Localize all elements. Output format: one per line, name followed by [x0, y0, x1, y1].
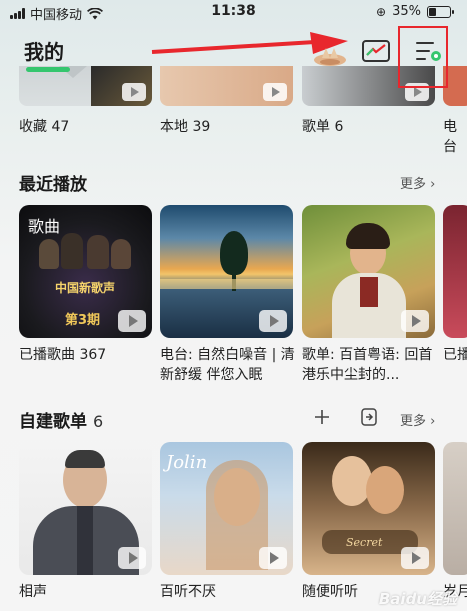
page-title: 我的 — [24, 40, 64, 64]
cover-text: 第3期 — [65, 313, 101, 328]
recent-section-title: 最近播放 — [19, 175, 87, 195]
title-underline — [26, 67, 70, 72]
favorites-label: 收藏 47 — [19, 119, 70, 135]
orientation-lock-icon: ⊕ — [376, 4, 387, 19]
playlists-more-link[interactable]: 更多 › — [400, 410, 435, 429]
play-icon[interactable] — [401, 547, 429, 569]
play-icon[interactable] — [259, 547, 287, 569]
plus-icon[interactable] — [313, 408, 331, 426]
recent-card-label: 已播 — [443, 347, 467, 363]
playlist-card-partial[interactable] — [443, 442, 467, 575]
playlists-label: 歌单 6 — [302, 119, 344, 135]
battery-icon — [427, 5, 454, 18]
recent-card-partial[interactable] — [443, 205, 467, 338]
local-label: 本地 39 — [160, 119, 211, 135]
more-label: 更多 — [400, 414, 427, 429]
top-shortcuts-row: 收藏 47 本地 39 歌单 6 电台 — [0, 66, 467, 155]
playlist-card-favorites[interactable]: Jolin — [160, 442, 293, 575]
status-bar: 中国移动 11:38 ⊕ 35% — [0, 0, 467, 26]
recent-card-label: 已播歌曲 367 — [19, 347, 107, 363]
my-page: 中国移动 11:38 ⊕ 35% 收藏 47 本地 39 歌单 6 电台 我的 … — [0, 0, 467, 611]
playlist-card-label: 相声 — [19, 584, 47, 600]
playlist-card-casual[interactable]: Secret — [302, 442, 435, 575]
chevron-right-icon: › — [430, 414, 436, 429]
screen-cast-icon[interactable] — [361, 38, 391, 64]
play-icon[interactable] — [263, 83, 287, 101]
cover-text: 中国新歌声 — [55, 281, 116, 295]
playlist-card-label: 百听不厌 — [160, 584, 216, 600]
recent-card-songs[interactable]: 歌曲 中国新歌声 第3期 — [19, 205, 152, 338]
play-icon[interactable] — [122, 83, 146, 101]
play-icon[interactable] — [259, 310, 287, 332]
radio-label: 电台 — [443, 119, 457, 155]
play-icon[interactable] — [401, 310, 429, 332]
status-right: ⊕ 35% — [376, 4, 454, 19]
watermark: Baidu经验 — [378, 590, 457, 608]
playlists-section-header: 自建歌单 6 — [19, 407, 103, 432]
import-icon[interactable] — [359, 407, 379, 427]
recent-card-radio[interactable] — [160, 205, 293, 338]
playlists-section-title: 自建歌单 — [19, 412, 87, 432]
recent-card-label: 电台: 自然白噪音 | 清新舒缓 伴您入眠 — [160, 347, 295, 383]
play-icon[interactable] — [118, 310, 146, 332]
recent-card-label: 歌单: 百首粤语: 回首港乐中尘封的... — [302, 347, 433, 383]
recent-card-playlist[interactable] — [302, 205, 435, 338]
battery-percent: 35% — [392, 4, 421, 19]
recent-more-link[interactable]: 更多 › — [400, 173, 435, 192]
mascot-icon[interactable] — [312, 44, 348, 66]
cover-logo: Jolin — [166, 452, 208, 473]
cover-logo: Secret — [346, 536, 383, 549]
playlist-card-crosstalk[interactable] — [19, 442, 152, 575]
playlists-count: 6 — [93, 412, 104, 431]
play-icon[interactable] — [118, 547, 146, 569]
battery-level — [429, 7, 436, 16]
annotation-highlight-box — [398, 26, 448, 88]
more-label: 更多 — [400, 177, 427, 192]
chevron-right-icon: › — [430, 177, 436, 192]
